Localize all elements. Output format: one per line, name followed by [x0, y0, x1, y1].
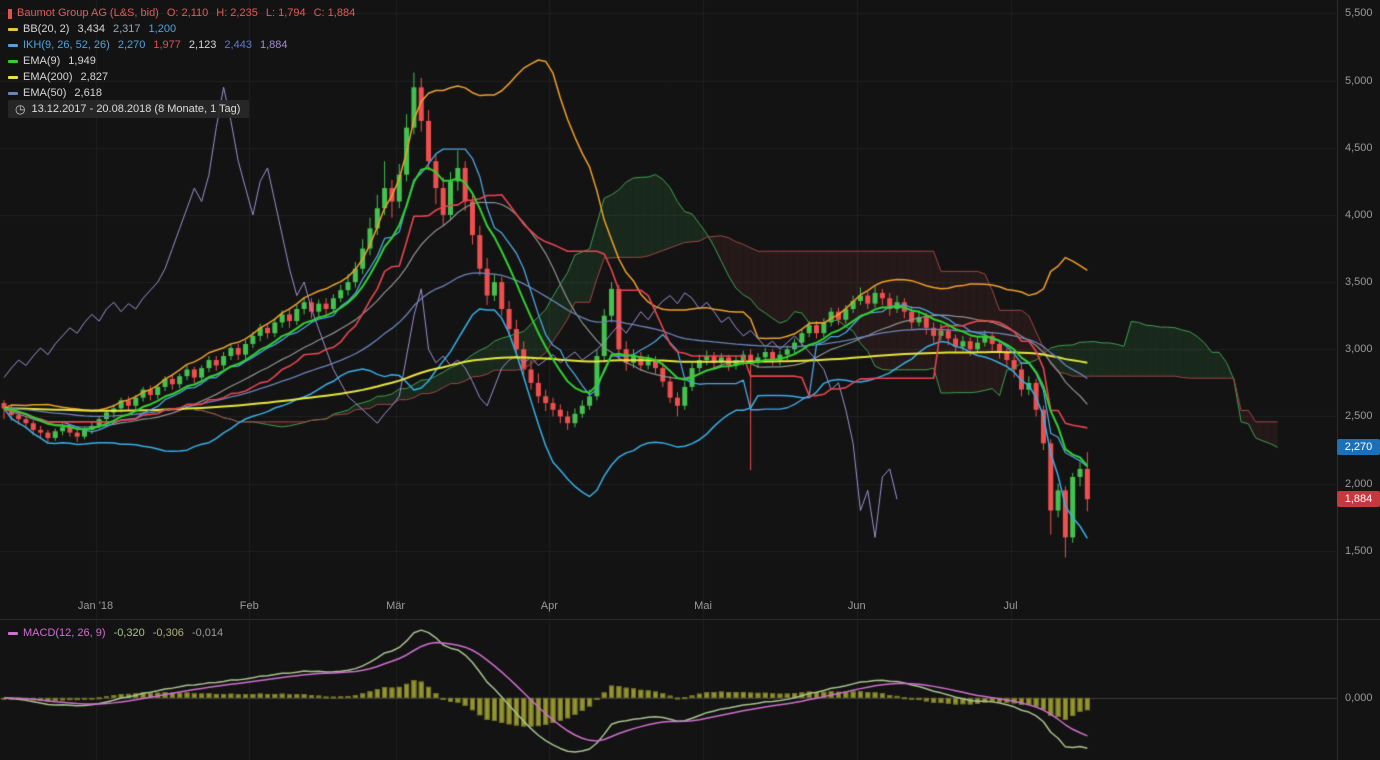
bb-label: BB(20, 2) — [23, 23, 70, 35]
time-axis-label: Mai — [694, 600, 712, 612]
time-axis-label: Jun — [847, 600, 866, 612]
clock-icon: ◷ — [15, 101, 26, 116]
time-axis-label: Jul — [1003, 600, 1018, 612]
bb-value-2: 1,200 — [148, 23, 177, 35]
macd-legend[interactable]: MACD(12, 26, 9) -0,320 -0,306 -0,014 — [8, 626, 231, 642]
price-axis-tick: 1,500 — [1345, 544, 1373, 557]
ema9-swatch-icon — [8, 60, 18, 63]
legend-row-ema200[interactable]: EMA(200) 2,827 — [8, 70, 363, 85]
time-axis-label: Jan '18 — [77, 600, 114, 612]
price-axis-tick: 5,000 — [1345, 74, 1373, 87]
legend-row-ema9[interactable]: EMA(9) 1,949 — [8, 54, 363, 69]
ema50-label: EMA(50) — [23, 87, 67, 99]
ikh-label: IKH(9, 26, 52, 26) — [23, 39, 110, 51]
bb-value-1: 2,317 — [113, 23, 141, 35]
macd-value-0: -0,320 — [113, 627, 145, 639]
chart-legend: Baumot Group AG (L&S, bid) O: 2,110 H: 2,2… — [8, 6, 363, 102]
ikh-value-4: 1,884 — [259, 39, 288, 51]
macd-legend-row-macd[interactable]: MACD(12, 26, 9) -0,320 -0,306 -0,014 — [8, 626, 231, 641]
price-axis-tick: 3,000 — [1345, 343, 1373, 356]
macd-value-2: -0,014 — [191, 627, 224, 639]
symbol-value-3: C: 1,884 — [313, 7, 356, 19]
date-range-text: 13.12.2017 - 20.08.2018 (8 Monate, 1 Tag… — [31, 103, 241, 115]
ikh-value-2: 2,123 — [188, 39, 217, 51]
legend-row-ema50[interactable]: EMA(50) 2,618 — [8, 86, 363, 101]
legend-row-bb[interactable]: BB(20, 2) 3,434 2,317 1,200 — [8, 22, 363, 37]
price-axis-tick: 4,000 — [1345, 208, 1373, 221]
ikh-swatch-icon — [8, 44, 18, 47]
ikh-value-3: 2,443 — [224, 39, 252, 51]
price-axis-tick: 4,500 — [1345, 141, 1373, 154]
price-axis-tick: 2,500 — [1345, 410, 1373, 423]
ema200-value-0: 2,827 — [80, 71, 109, 83]
panel-separator — [0, 619, 1380, 620]
symbol-swatch-icon — [8, 8, 12, 19]
bb-value-0: 3,434 — [77, 23, 105, 35]
price-axis-tick: 5,500 — [1345, 7, 1373, 20]
macd-label: MACD(12, 26, 9) — [23, 627, 106, 639]
ema50-swatch-icon — [8, 92, 18, 95]
tenkan-price-badge: 2,270 — [1337, 439, 1380, 456]
ema200-swatch-icon — [8, 76, 18, 79]
macd-swatch-icon — [8, 632, 18, 635]
symbol-value-1: H: 2,235 — [216, 7, 258, 19]
symbol-label: Baumot Group AG (L&S, bid) — [17, 7, 159, 19]
macd-zero-tick: 0,000 — [1345, 691, 1373, 704]
ema9-label: EMA(9) — [23, 55, 61, 67]
ema9-value-0: 1,949 — [68, 55, 96, 67]
time-axis[interactable]: Jan '18 Feb Mär Apr Mai Jun Jul — [0, 600, 1337, 616]
ema200-label: EMA(200) — [23, 71, 73, 83]
ema50-value-0: 2,618 — [74, 87, 102, 99]
date-range-pill: ◷ 13.12.2017 - 20.08.2018 (8 Monate, 1 T… — [8, 100, 250, 118]
legend-row-symbol[interactable]: Baumot Group AG (L&S, bid) O: 2,110 H: 2,2… — [8, 6, 363, 21]
time-axis-label: Feb — [239, 600, 259, 612]
ikh-value-1: 1,977 — [153, 39, 181, 51]
legend-row-ikh[interactable]: IKH(9, 26, 52, 26) 2,270 1,977 2,123 2,443 1,… — [8, 38, 363, 53]
price-axis-tick: 3,500 — [1345, 276, 1373, 289]
time-axis-label: Apr — [540, 600, 558, 612]
ikh-value-0: 2,270 — [117, 39, 146, 51]
last-price-badge: 1,884 — [1337, 491, 1380, 508]
time-axis-label: Mär — [386, 600, 406, 612]
bb-swatch-icon — [8, 28, 18, 31]
macd-axis[interactable]: 0,000 — [1337, 620, 1380, 760]
symbol-value-0: O: 2,110 — [166, 7, 209, 19]
chart-window: Baumot Group AG (L&S, bid) O: 2,110 H: 2,2… — [0, 0, 1380, 760]
macd-value-1: -0,306 — [152, 627, 184, 639]
price-axis[interactable]: 5,500 5,000 4,500 4,000 3,500 3,000 2,500 2,000… — [1337, 0, 1380, 619]
price-axis-tick: 2,000 — [1345, 477, 1373, 490]
symbol-value-2: L: 1,794 — [265, 7, 306, 19]
